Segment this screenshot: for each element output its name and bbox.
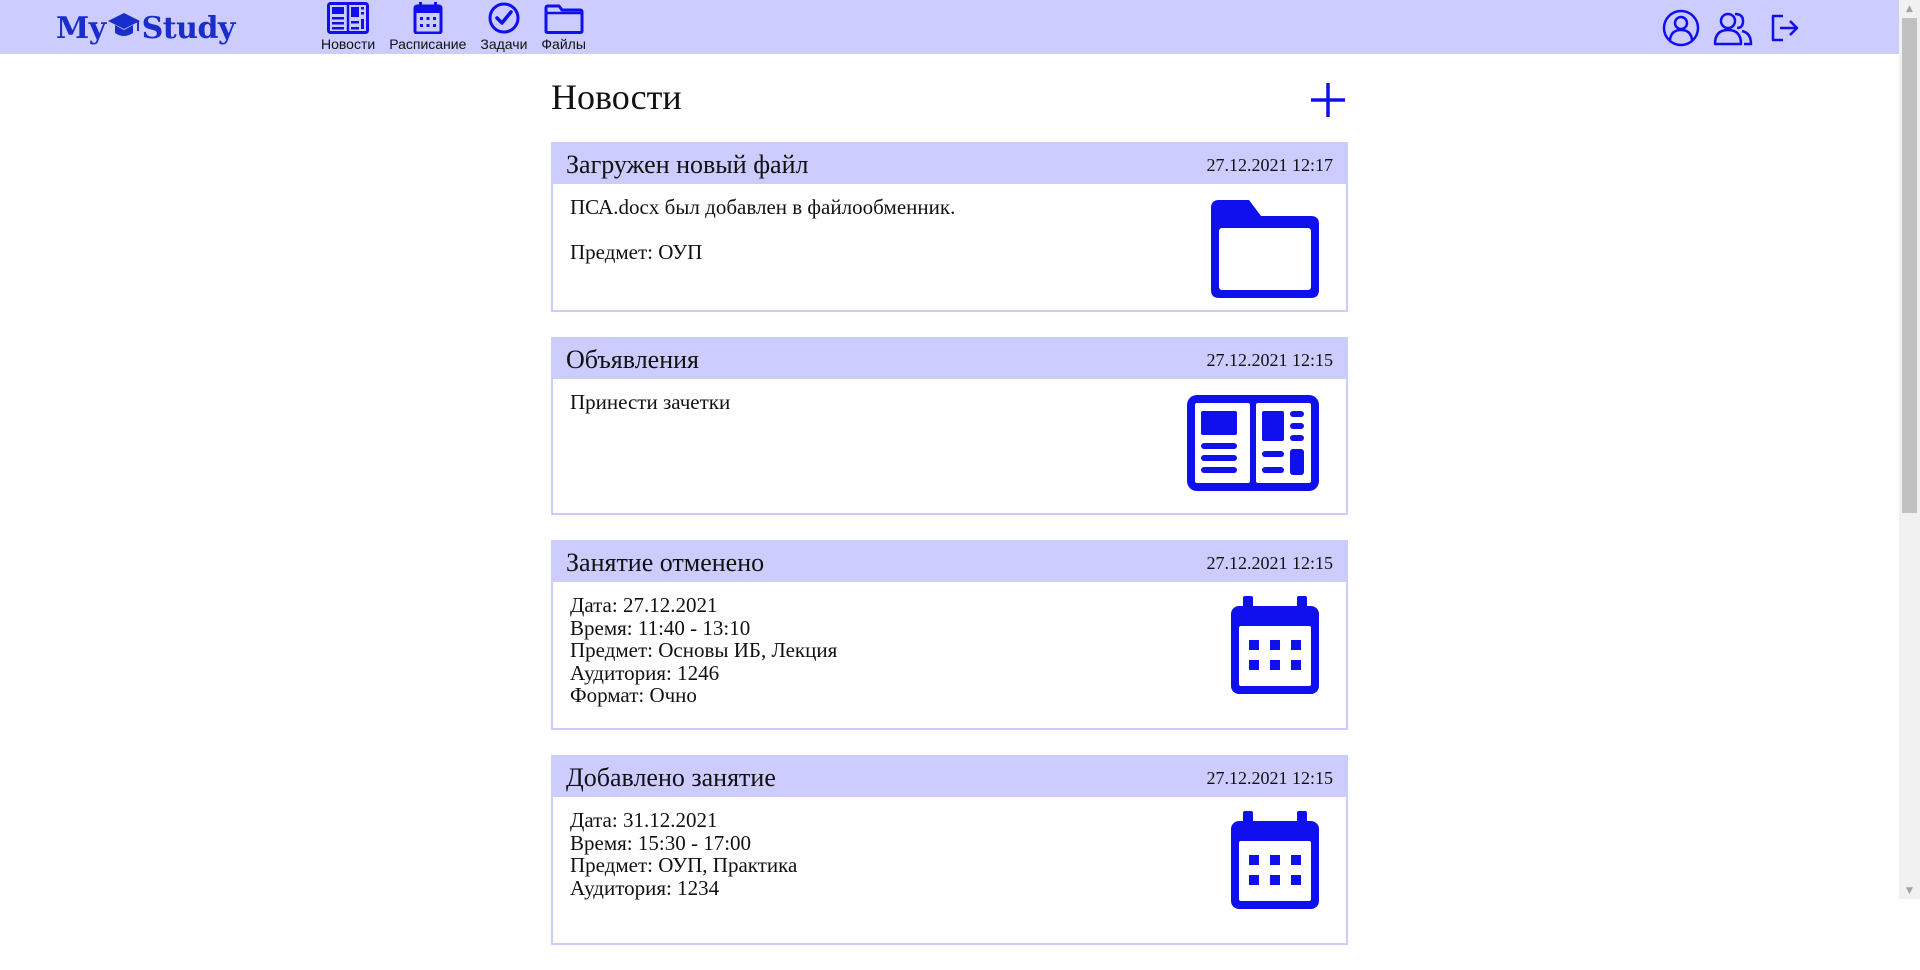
news-card-header: Добавлено занятие 27.12.2021 12:15 (553, 757, 1346, 797)
nav-label: Расписание (389, 36, 467, 52)
logo-text-my: My (56, 10, 106, 46)
folder-icon (1211, 200, 1319, 298)
news-card-body: Дата: 27.12.2021 Время: 11:40 - 13:10 Пр… (553, 582, 1346, 707)
newspaper-icon (1187, 395, 1319, 491)
news-card-date: 27.12.2021 12:15 (1206, 553, 1333, 573)
logout-button[interactable] (1765, 8, 1805, 48)
news-feed: Новости Загружен новый файл 27.12.2021 1… (551, 54, 1348, 970)
news-card-text: Предмет: Основы ИБ, Лекция (570, 638, 838, 662)
check-circle-icon (488, 2, 520, 34)
nav-label: Задачи (480, 36, 528, 52)
calendar-icon (1231, 811, 1319, 909)
news-card-text: Дата: 27.12.2021 (570, 593, 718, 617)
news-card-date: 27.12.2021 12:17 (1206, 155, 1333, 175)
news-card-date: 27.12.2021 12:15 (1206, 350, 1333, 370)
news-card-text: Аудитория: 1246 (570, 660, 720, 685)
nav-item-tasks[interactable]: Задачи (473, 0, 534, 54)
news-card-header: Объявления 27.12.2021 12:15 (553, 339, 1346, 379)
nav-item-files[interactable]: Файлы (534, 0, 592, 54)
news-card: Занятие отменено 27.12.2021 12:15 Дата: … (551, 540, 1348, 730)
news-card-header: Загружен новый файл 27.12.2021 12:17 (553, 144, 1346, 184)
users-button[interactable] (1713, 8, 1753, 48)
news-card-text: Время: 11:40 - 13:10 (570, 615, 751, 640)
news-card-text: Дата: 31.12.2021 (570, 808, 718, 832)
news-card-body: ПСА.docx был добавлен в файлообменник. П… (553, 184, 1346, 298)
profile-button[interactable] (1661, 8, 1701, 48)
newspaper-icon (327, 2, 370, 34)
news-card-title: Объявления (566, 345, 699, 374)
logout-icon (1771, 14, 1799, 42)
page-scrollbar[interactable]: ▲ ▼ (1899, 0, 1920, 899)
nav-label: Файлы (541, 36, 586, 52)
news-card-text: Аудитория: 1234 (570, 875, 720, 900)
page-header: Новости (551, 54, 1348, 142)
graduation-cap-icon (107, 13, 140, 36)
news-card-text: Предмет: ОУП, Практика (570, 853, 798, 877)
main-nav: Новости Расписание Задачи Файлы (314, 0, 593, 54)
calendar-icon (413, 2, 443, 34)
scroll-down-arrow-icon[interactable]: ▼ (1899, 882, 1920, 899)
news-card-title: Загружен новый файл (566, 150, 809, 179)
news-card-body: Принести зачетки (553, 379, 1346, 491)
scrollbar-thumb[interactable] (1902, 18, 1917, 513)
news-card-header: Занятие отменено 27.12.2021 12:15 (553, 542, 1346, 582)
users-icon (1713, 12, 1753, 46)
calendar-icon (1231, 596, 1319, 694)
news-card: Добавлено занятие 27.12.2021 12:15 Дата:… (551, 755, 1348, 945)
top-navigation-bar: My Study Новости Расписание Задачи Файлы (0, 0, 1899, 54)
news-card-text: Время: 15:30 - 17:00 (570, 830, 752, 855)
nav-item-schedule[interactable]: Расписание (382, 0, 473, 54)
news-card-date: 27.12.2021 12:15 (1206, 768, 1333, 788)
folder-icon (544, 4, 584, 34)
nav-item-news[interactable]: Новости (314, 0, 382, 54)
page-title: Новости (551, 77, 682, 117)
news-card-body: Дата: 31.12.2021 Время: 15:30 - 17:00 Пр… (553, 797, 1346, 909)
profile-icon (1662, 9, 1700, 47)
news-card-text: Формат: Очно (570, 683, 697, 707)
news-card-title: Занятие отменено (566, 548, 765, 577)
nav-label: Новости (321, 36, 376, 52)
logo-text-study: Study (141, 10, 236, 46)
scroll-up-arrow-icon[interactable]: ▲ (1899, 0, 1920, 17)
app-logo[interactable]: My Study (56, 8, 235, 48)
news-card: Загружен новый файл 27.12.2021 12:17 ПСА… (551, 142, 1348, 312)
news-card: Объявления 27.12.2021 12:15 Принести зач… (551, 337, 1348, 515)
user-tools (1661, 8, 1805, 48)
news-card-title: Добавлено занятие (566, 763, 776, 792)
plus-icon[interactable] (1308, 80, 1348, 120)
